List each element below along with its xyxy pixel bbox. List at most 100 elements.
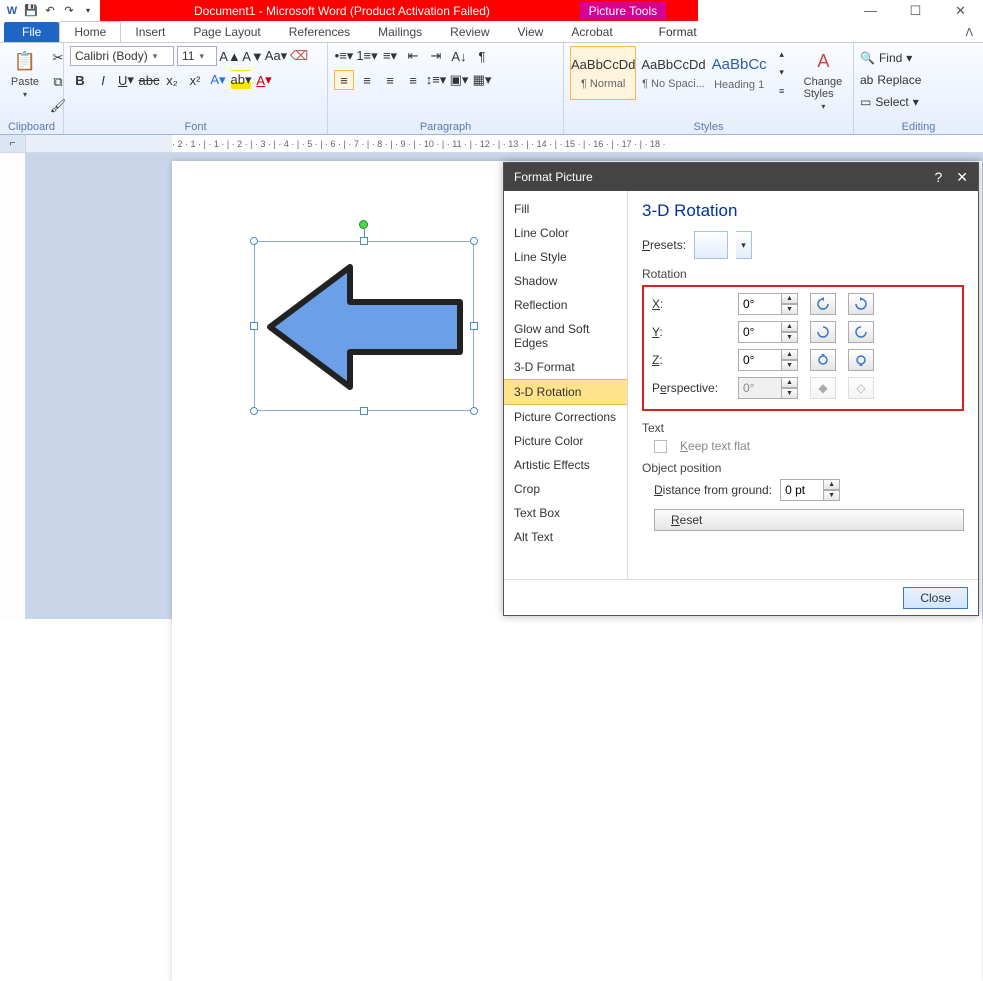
tab-references[interactable]: References [275, 22, 364, 42]
align-center-icon[interactable]: ≡ [357, 70, 377, 90]
y-rotate-up-icon[interactable] [810, 321, 836, 343]
superscript-button[interactable]: x² [185, 70, 205, 90]
minimize-ribbon-icon[interactable]: ᐱ [955, 23, 983, 42]
nav-crop[interactable]: Crop [504, 477, 627, 501]
nav-fill[interactable]: Fill [504, 197, 627, 221]
subscript-button[interactable]: x₂ [162, 70, 182, 90]
styles-down-icon[interactable]: ▾ [772, 64, 792, 81]
shading-icon[interactable]: ▣▾ [449, 70, 469, 90]
dialog-close-icon[interactable]: ✕ [956, 169, 968, 186]
nav-shadow[interactable]: Shadow [504, 269, 627, 293]
italic-button[interactable]: I [93, 70, 113, 90]
tab-page-layout[interactable]: Page Layout [179, 22, 274, 42]
font-color-icon[interactable]: A▾ [254, 70, 274, 90]
change-styles-button[interactable]: A Change Styles▾ [800, 46, 847, 113]
style-no-spacing[interactable]: AaBbCcDd¶ No Spaci... [640, 46, 706, 100]
tab-file[interactable]: File [4, 22, 59, 42]
close-button[interactable]: ✕ [938, 0, 983, 21]
align-right-icon[interactable]: ≡ [380, 70, 400, 90]
resize-handle[interactable] [250, 322, 258, 330]
z-spinner[interactable]: ▲▼ [738, 349, 798, 371]
font-name-combo[interactable]: Calibri (Body)▾ [70, 46, 174, 66]
tab-acrobat[interactable]: Acrobat [557, 22, 626, 42]
resize-handle[interactable] [470, 322, 478, 330]
nav-artistic[interactable]: Artistic Effects [504, 453, 627, 477]
nav-3d-format[interactable]: 3-D Format [504, 355, 627, 379]
select-button[interactable]: ▭Select ▾ [860, 92, 919, 112]
nav-alt-text[interactable]: Alt Text [504, 525, 627, 549]
nav-pic-corrections[interactable]: Picture Corrections [504, 405, 627, 429]
nav-3d-rotation[interactable]: 3-D Rotation [504, 379, 627, 405]
tab-view[interactable]: View [504, 22, 558, 42]
shrink-font-icon[interactable]: A▼ [243, 46, 263, 66]
vertical-ruler[interactable] [0, 153, 26, 619]
x-spinner[interactable]: ▲▼ [738, 293, 798, 315]
presets-dropdown[interactable]: ▾ [736, 231, 752, 259]
save-icon[interactable]: 💾 [23, 3, 39, 19]
styles-up-icon[interactable]: ▴ [772, 46, 792, 63]
font-size-combo[interactable]: 11▾ [177, 46, 217, 66]
tab-insert[interactable]: Insert [121, 22, 179, 42]
nav-textbox[interactable]: Text Box [504, 501, 627, 525]
bold-button[interactable]: B [70, 70, 90, 90]
show-marks-icon[interactable]: ¶ [472, 46, 492, 66]
dec-indent-icon[interactable]: ⇤ [403, 46, 423, 66]
nav-line-color[interactable]: Line Color [504, 221, 627, 245]
distance-spinner[interactable]: ▲▼ [780, 479, 840, 501]
tab-format[interactable]: Format [645, 22, 711, 42]
paste-button[interactable]: 📋 Paste ▾ [6, 46, 44, 101]
y-rotate-down-icon[interactable] [848, 321, 874, 343]
underline-button[interactable]: U▾ [116, 70, 136, 90]
close-button-dialog[interactable]: Close [903, 587, 968, 609]
styles-more-icon[interactable]: ≡ [772, 82, 792, 99]
nav-glow[interactable]: Glow and Soft Edges [504, 317, 627, 355]
bullets-icon[interactable]: •≡▾ [334, 46, 354, 66]
tab-home[interactable]: Home [59, 21, 121, 42]
strike-button[interactable]: abc [139, 70, 159, 90]
sort-icon[interactable]: A↓ [449, 46, 469, 66]
line-spacing-icon[interactable]: ↕≡▾ [426, 70, 446, 90]
justify-icon[interactable]: ≡ [403, 70, 423, 90]
text-effects-icon[interactable]: A▾ [208, 70, 228, 90]
multilevel-icon[interactable]: ≡▾ [380, 46, 400, 66]
resize-handle[interactable] [360, 237, 368, 245]
nav-line-style[interactable]: Line Style [504, 245, 627, 269]
tab-mailings[interactable]: Mailings [364, 22, 436, 42]
nav-pic-color[interactable]: Picture Color [504, 429, 627, 453]
arrow-shape[interactable] [265, 262, 465, 392]
minimize-button[interactable]: — [848, 0, 893, 21]
tab-review[interactable]: Review [436, 22, 503, 42]
find-button[interactable]: 🔍Find ▾ [860, 48, 912, 68]
dialog-help-icon[interactable]: ? [934, 169, 942, 186]
change-case-icon[interactable]: Aa▾ [266, 46, 286, 66]
reset-button[interactable]: Reset [654, 509, 964, 531]
highlight-icon[interactable]: ab▾ [231, 70, 251, 90]
redo-icon[interactable]: ↷ [61, 3, 77, 19]
z-rotate-cw-icon[interactable] [848, 349, 874, 371]
maximize-button[interactable]: ☐ [893, 0, 938, 21]
replace-button[interactable]: abReplace [860, 70, 921, 90]
qat-dropdown-icon[interactable]: ▾ [80, 3, 96, 19]
x-rotate-left-icon[interactable] [810, 293, 836, 315]
resize-handle[interactable] [250, 237, 258, 245]
style-normal[interactable]: AaBbCcDd¶ Normal [570, 46, 636, 100]
resize-handle[interactable] [250, 407, 258, 415]
inc-indent-icon[interactable]: ⇥ [426, 46, 446, 66]
horizontal-ruler[interactable]: · 2 · 1 · | · 1 · | · 2 · | · 3 · | · 4 … [172, 135, 983, 152]
style-heading1[interactable]: AaBbCcHeading 1 [711, 46, 768, 100]
z-rotate-ccw-icon[interactable] [810, 349, 836, 371]
undo-icon[interactable]: ↶ [42, 3, 58, 19]
numbering-icon[interactable]: 1≡▾ [357, 46, 377, 66]
borders-icon[interactable]: ▦▾ [472, 70, 492, 90]
resize-handle[interactable] [470, 407, 478, 415]
resize-handle[interactable] [470, 237, 478, 245]
align-left-icon[interactable]: ≡ [334, 70, 354, 90]
nav-reflection[interactable]: Reflection [504, 293, 627, 317]
presets-button[interactable] [694, 231, 728, 259]
shape-selection[interactable] [254, 241, 474, 411]
x-rotate-right-icon[interactable] [848, 293, 874, 315]
resize-handle[interactable] [360, 407, 368, 415]
clear-format-icon[interactable]: ⌫ [289, 46, 309, 66]
perspective-spinner[interactable]: ▲▼ [738, 377, 798, 399]
grow-font-icon[interactable]: A▲ [220, 46, 240, 66]
